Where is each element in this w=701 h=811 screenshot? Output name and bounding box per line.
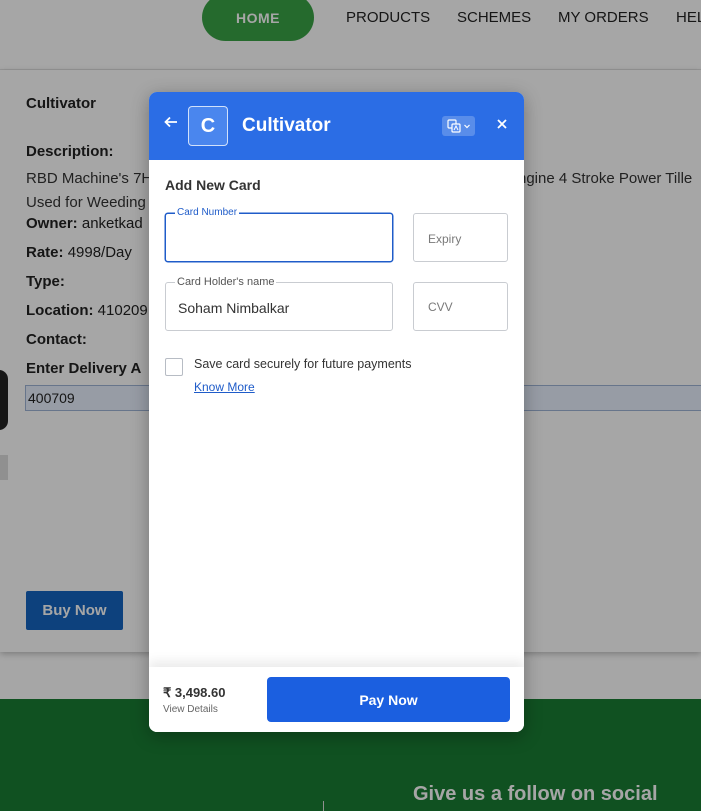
- expiry-field[interactable]: Expiry: [413, 213, 508, 262]
- modal-header: C Cultivator: [149, 92, 524, 160]
- view-details-link[interactable]: View Details: [163, 704, 218, 715]
- card-holder-value: Soham Nimbalkar: [178, 300, 290, 316]
- card-number-field[interactable]: Card Number: [165, 207, 393, 262]
- merchant-logo: C: [188, 106, 228, 146]
- modal-title: Cultivator: [242, 115, 331, 136]
- know-more-link[interactable]: Know More: [194, 380, 255, 394]
- back-arrow-icon[interactable]: [163, 114, 181, 136]
- close-icon[interactable]: [496, 115, 508, 135]
- add-new-card-heading: Add New Card: [165, 177, 261, 193]
- expiry-placeholder: Expiry: [428, 232, 462, 246]
- card-holder-field[interactable]: Card Holder's name Soham Nimbalkar: [165, 276, 393, 331]
- payment-modal: C Cultivator Add New Card Card Number Ex…: [149, 92, 524, 732]
- pay-now-button[interactable]: Pay Now: [267, 677, 510, 722]
- card-number-label: Card Number: [175, 207, 240, 219]
- cvv-field[interactable]: CVV: [413, 282, 508, 331]
- save-card-label: Save card securely for future payments: [194, 357, 412, 371]
- translate-icon: [446, 119, 461, 133]
- save-card-checkbox[interactable]: [165, 358, 183, 376]
- language-selector[interactable]: [442, 116, 475, 136]
- cvv-placeholder: CVV: [428, 300, 453, 314]
- card-holder-label: Card Holder's name: [175, 276, 277, 288]
- chevron-down-icon: [463, 124, 470, 129]
- amount-total: ₹ 3,498.60: [163, 685, 226, 700]
- modal-footer: ₹ 3,498.60 View Details Pay Now: [149, 667, 524, 732]
